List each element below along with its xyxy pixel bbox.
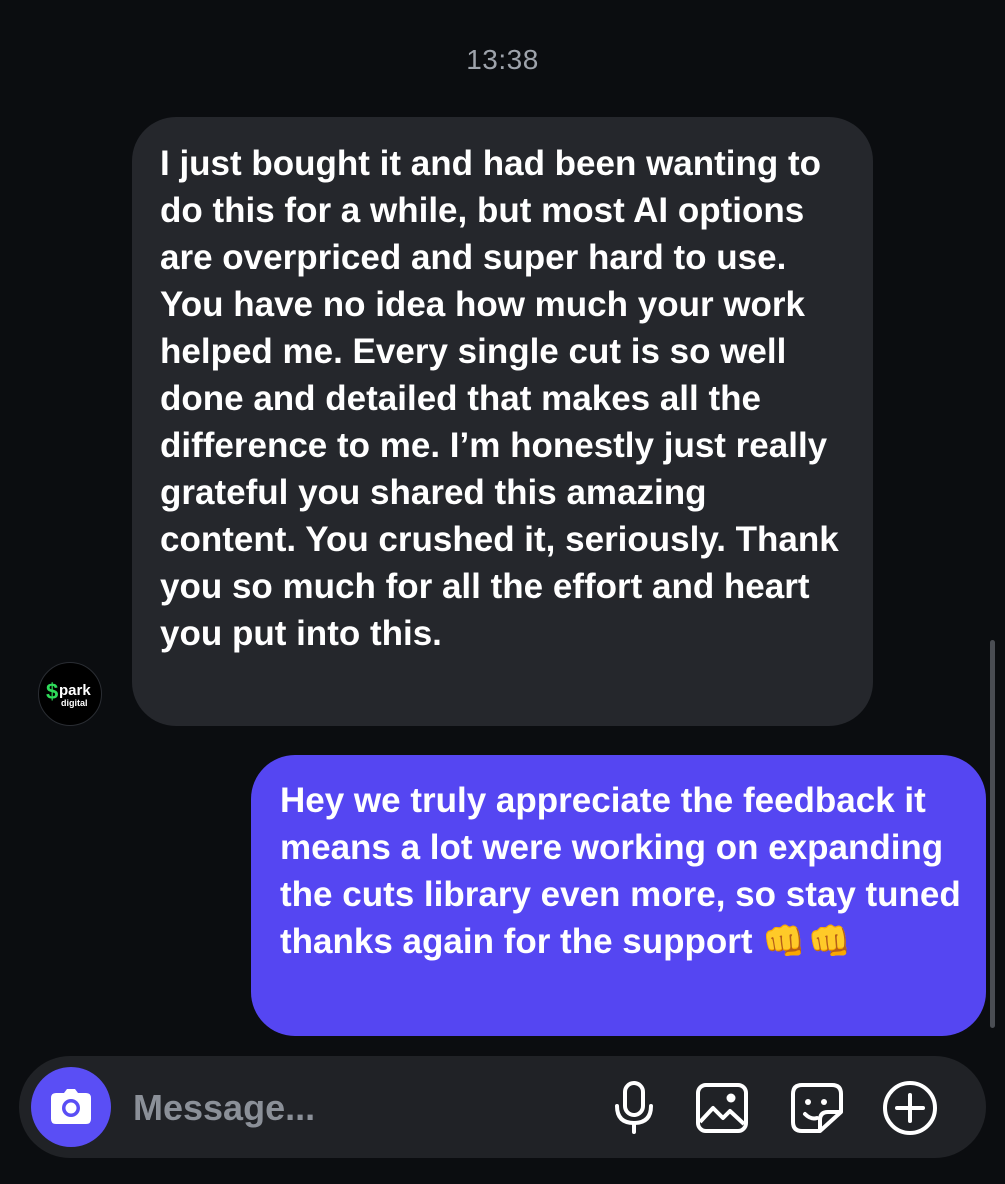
message-composer — [19, 1056, 986, 1158]
microphone-icon — [615, 1081, 653, 1134]
avatar-brand-subtext: digital — [61, 698, 88, 708]
gallery-icon — [696, 1083, 748, 1133]
microphone-button[interactable] — [606, 1080, 662, 1136]
camera-icon — [51, 1089, 91, 1124]
outgoing-message-bubble[interactable]: Hey we truly appreciate the feedback it … — [251, 755, 986, 1036]
sticker-icon — [791, 1083, 843, 1133]
more-button[interactable] — [882, 1080, 938, 1136]
plus-circle-icon — [883, 1081, 937, 1135]
chat-screen: 13:38 I just bought it and had been want… — [0, 0, 1005, 1184]
contact-avatar[interactable]: $ park digital — [38, 662, 102, 726]
incoming-message-text: I just bought it and had been wanting to… — [160, 144, 839, 653]
incoming-message-bubble[interactable]: I just bought it and had been wanting to… — [132, 117, 873, 726]
message-input[interactable] — [131, 1078, 575, 1138]
spark-digital-logo: $ park digital — [46, 679, 91, 708]
gallery-button[interactable] — [694, 1080, 750, 1136]
avatar-brand-text: park — [59, 682, 91, 699]
outgoing-message-text: Hey we truly appreciate the feedback it … — [280, 781, 961, 961]
message-timestamp: 13:38 — [466, 44, 539, 75]
fist-emoji: 👊👊 — [762, 922, 854, 961]
avatar-dollar-symbol: $ — [46, 679, 58, 704]
scrollbar[interactable] — [990, 640, 995, 1028]
sticker-button[interactable] — [789, 1080, 845, 1136]
camera-button[interactable] — [31, 1067, 111, 1147]
